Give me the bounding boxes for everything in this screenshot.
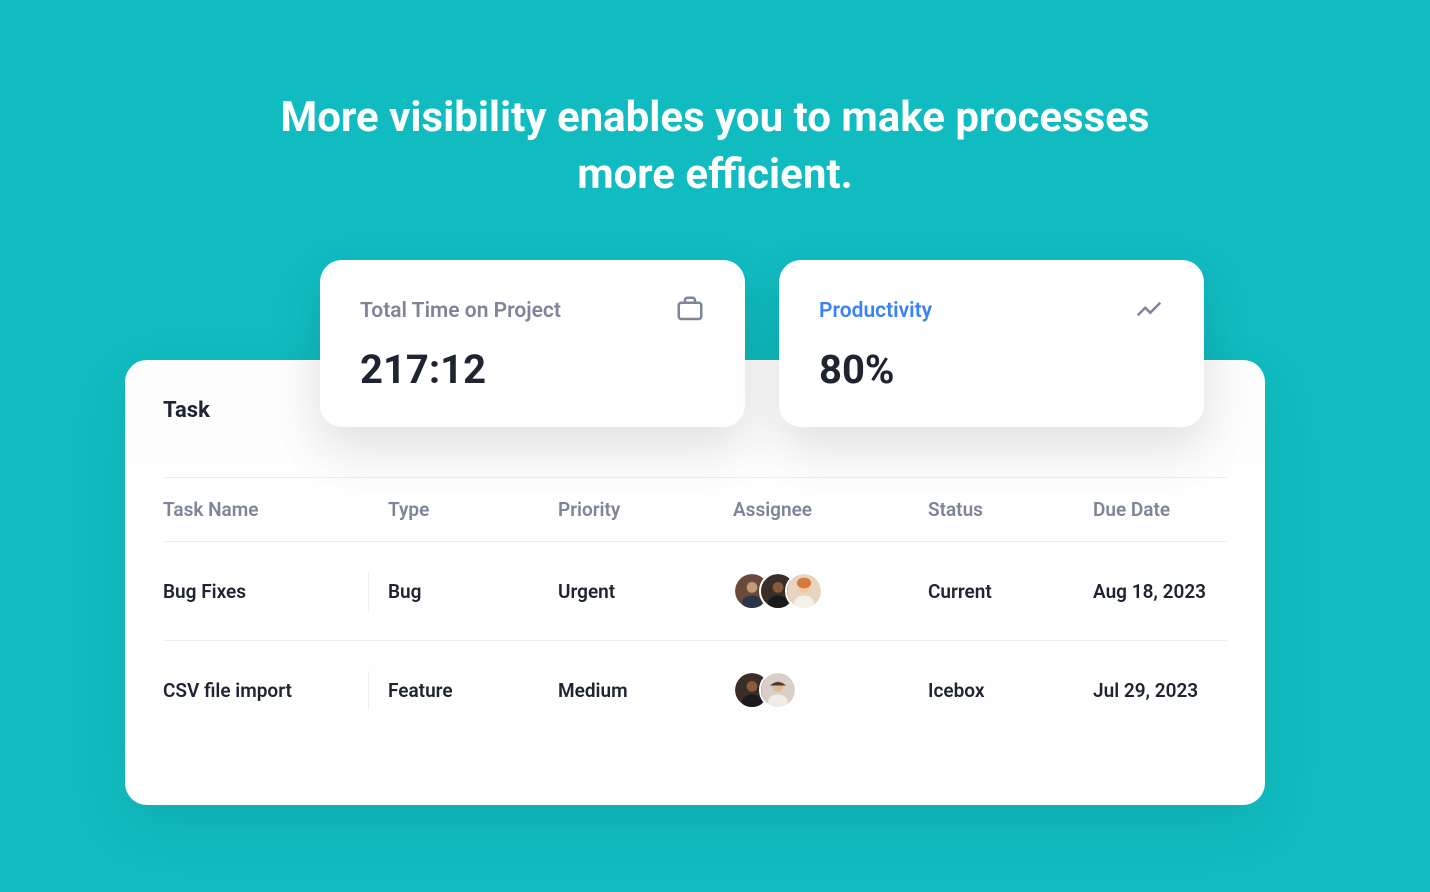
task-name-cell: Bug Fixes bbox=[163, 580, 388, 603]
briefcase-icon bbox=[675, 294, 705, 328]
total-time-label: Total Time on Project bbox=[360, 299, 561, 323]
column-header-status: Status bbox=[928, 498, 1093, 521]
metric-cards-container: Total Time on Project 217:12 Productivit… bbox=[320, 260, 1204, 427]
column-header-type: Type bbox=[388, 498, 558, 521]
column-header-due-date: Due Date bbox=[1093, 498, 1263, 521]
task-type-cell: Feature bbox=[388, 679, 558, 702]
card-header: Productivity bbox=[819, 294, 1164, 328]
avatar bbox=[785, 572, 823, 610]
card-header: Total Time on Project bbox=[360, 294, 705, 328]
task-table-header: Task Name Type Priority Assignee Status … bbox=[163, 477, 1227, 542]
task-due-date-cell: Aug 18, 2023 bbox=[1093, 580, 1263, 603]
column-header-name: Task Name bbox=[163, 498, 388, 521]
avatar-stack bbox=[733, 671, 928, 709]
avatar bbox=[759, 671, 797, 709]
task-due-date-cell: Jul 29, 2023 bbox=[1093, 679, 1263, 702]
task-priority-cell: Urgent bbox=[558, 580, 733, 603]
task-status-cell: Current bbox=[928, 580, 1093, 603]
task-type-cell: Bug bbox=[388, 580, 558, 603]
task-assignee-cell bbox=[733, 671, 928, 709]
avatar-stack bbox=[733, 572, 928, 610]
task-assignee-cell bbox=[733, 572, 928, 610]
productivity-card: Productivity 80% bbox=[779, 260, 1204, 427]
productivity-label: Productivity bbox=[819, 299, 932, 323]
trend-up-icon bbox=[1134, 294, 1164, 328]
task-priority-cell: Medium bbox=[558, 679, 733, 702]
table-row[interactable]: CSV file import Feature Medium Icebox Ju… bbox=[163, 641, 1227, 739]
total-time-card: Total Time on Project 217:12 bbox=[320, 260, 745, 427]
column-header-assignee: Assignee bbox=[733, 498, 928, 521]
headline: More visibility enables you to make proc… bbox=[265, 0, 1165, 203]
task-name-cell: CSV file import bbox=[163, 679, 388, 702]
table-row[interactable]: Bug Fixes Bug Urgent Current Aug 18, 202… bbox=[163, 542, 1227, 641]
task-status-cell: Icebox bbox=[928, 679, 1093, 702]
productivity-value: 80% bbox=[819, 346, 1164, 393]
column-header-priority: Priority bbox=[558, 498, 733, 521]
total-time-value: 217:12 bbox=[360, 346, 705, 393]
